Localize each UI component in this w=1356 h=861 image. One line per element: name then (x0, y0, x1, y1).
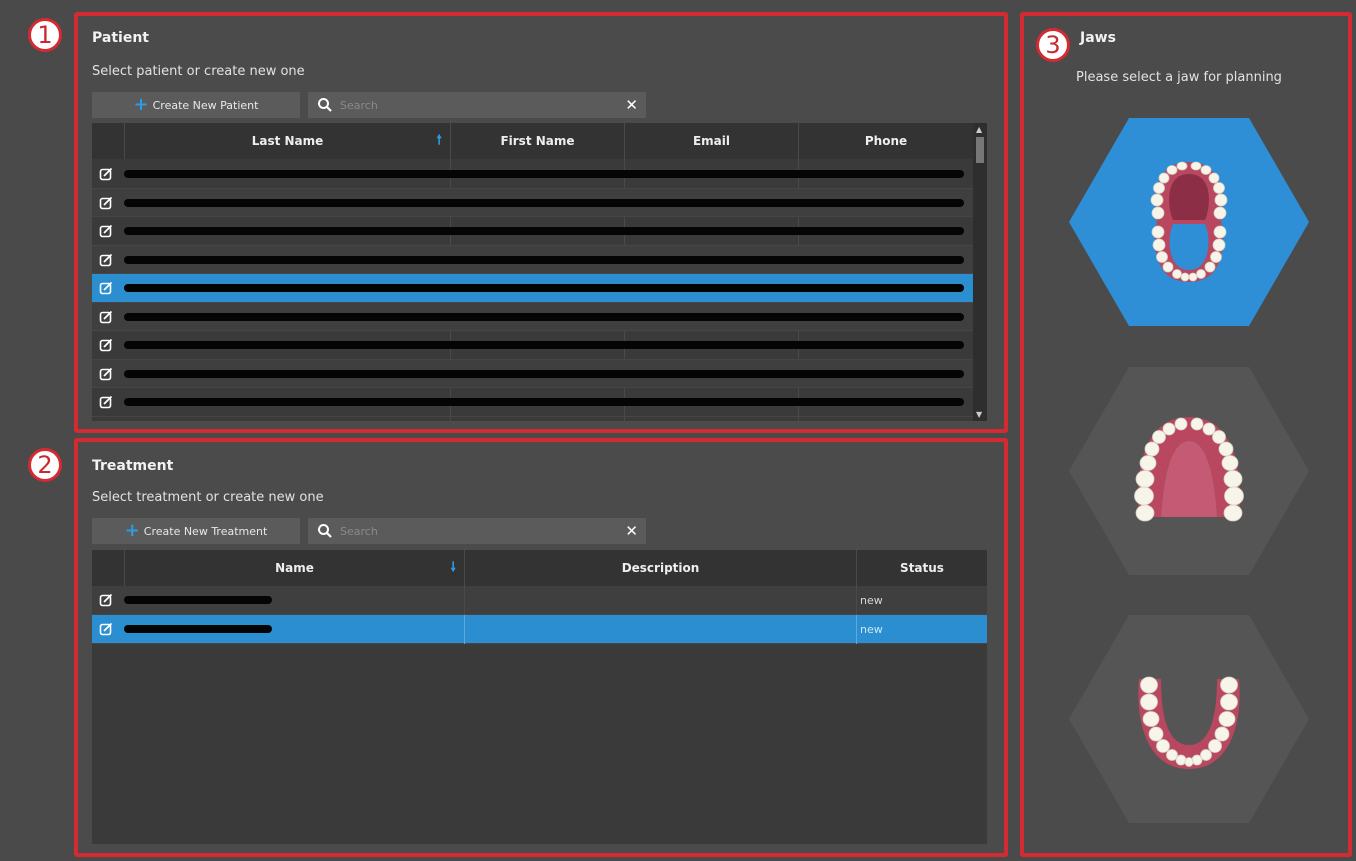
patient-search-box: ✕ (308, 92, 646, 118)
search-icon (318, 524, 332, 538)
patient-subtitle: Select patient or create new one (92, 64, 305, 79)
redacted-patient-data (124, 341, 964, 349)
edit-icon[interactable] (99, 224, 113, 238)
treatment-table-header: Name 🠗 Description Status (92, 550, 987, 586)
column-header-name[interactable]: Name 🠗 (124, 550, 464, 586)
edit-column-header (92, 123, 124, 159)
edit-icon[interactable] (99, 622, 113, 636)
create-new-patient-button[interactable]: + Create New Patient (92, 92, 300, 118)
column-header-first-name[interactable]: First Name (450, 123, 624, 159)
edit-icon[interactable] (99, 253, 113, 267)
table-row[interactable] (92, 359, 973, 388)
patient-title: Patient (92, 30, 149, 46)
redacted-treatment-name (124, 596, 272, 604)
plus-icon: + (124, 520, 140, 541)
table-row[interactable] (92, 245, 973, 274)
both-jaws-icon (1150, 161, 1228, 282)
redacted-patient-data (124, 227, 964, 235)
column-header-status[interactable]: Status (856, 550, 987, 586)
treatment-panel: Treatment Select treatment or create new… (74, 438, 1008, 857)
edit-icon[interactable] (99, 167, 113, 181)
edit-icon[interactable] (99, 395, 113, 409)
section-badge-1: 1 (28, 18, 62, 52)
sort-ascending-icon: 🠕 (436, 133, 442, 148)
edit-icon[interactable] (99, 281, 113, 295)
table-row[interactable] (92, 331, 973, 360)
table-row[interactable] (92, 217, 973, 246)
table-row-selected[interactable] (92, 274, 973, 303)
status-cell: new (860, 623, 883, 636)
redacted-treatment-name (124, 625, 272, 633)
table-row[interactable] (92, 302, 973, 331)
column-header-phone[interactable]: Phone (798, 123, 973, 159)
create-new-patient-label: Create New Patient (152, 98, 259, 112)
redacted-patient-data (124, 398, 964, 406)
patient-table-header: Last Name 🠕 First Name Email Phone (92, 123, 987, 159)
scroll-thumb[interactable] (976, 137, 984, 163)
sort-descending-icon: 🠗 (450, 560, 456, 575)
redacted-patient-data (124, 284, 964, 292)
clear-search-icon[interactable]: ✕ (625, 522, 638, 540)
edit-icon[interactable] (99, 310, 113, 324)
edit-column-header (92, 550, 124, 586)
column-header-last-name[interactable]: Last Name 🠕 (124, 123, 450, 159)
edit-icon[interactable] (99, 338, 113, 352)
treatment-search-input[interactable] (334, 523, 626, 539)
treatment-search-box: ✕ (308, 518, 646, 544)
patient-table: Last Name 🠕 First Name Email Phone ▲ ▼ (92, 123, 987, 421)
table-row[interactable]: new (92, 586, 987, 615)
status-cell: new (860, 594, 883, 607)
redacted-patient-data (124, 198, 964, 207)
redacted-patient-data (124, 369, 964, 378)
patient-panel: Patient Select patient or create new one… (74, 12, 1008, 433)
column-header-description[interactable]: Description (464, 550, 856, 586)
section-badge-2: 2 (28, 448, 62, 482)
jaw-option-both[interactable] (1069, 118, 1309, 326)
search-icon (318, 98, 332, 112)
redacted-patient-data (124, 170, 964, 178)
patient-search-input[interactable] (334, 97, 626, 113)
table-row[interactable] (92, 388, 973, 417)
redacted-patient-data (124, 312, 964, 321)
jaws-panel: Jaws Please select a jaw for planning (1020, 12, 1352, 857)
plus-icon: + (133, 94, 149, 115)
clear-search-icon[interactable]: ✕ (625, 96, 638, 114)
table-row-selected[interactable]: new (92, 615, 987, 644)
lower-jaw-icon (1138, 676, 1240, 769)
treatment-subtitle: Select treatment or create new one (92, 490, 324, 505)
edit-icon[interactable] (99, 367, 113, 381)
treatment-title: Treatment (92, 458, 174, 474)
section-badge-3: 3 (1036, 28, 1070, 62)
treatment-table: Name 🠗 Description Status new new (92, 550, 987, 844)
column-header-email[interactable]: Email (624, 123, 798, 159)
create-new-treatment-button[interactable]: + Create New Treatment (92, 518, 300, 544)
table-row[interactable] (92, 188, 973, 217)
jaws-title: Jaws (1080, 30, 1116, 46)
table-row[interactable] (92, 160, 973, 189)
create-new-treatment-label: Create New Treatment (143, 524, 268, 538)
jaw-option-upper[interactable] (1069, 367, 1309, 575)
jaws-subtitle: Please select a jaw for planning (1076, 70, 1282, 85)
scroll-up-icon[interactable]: ▲ (976, 125, 982, 134)
jaw-option-lower[interactable] (1069, 615, 1309, 823)
edit-icon[interactable] (99, 196, 113, 210)
scroll-down-icon[interactable]: ▼ (976, 410, 982, 419)
redacted-patient-data (124, 255, 964, 264)
patient-table-scrollbar[interactable]: ▲ ▼ (973, 123, 987, 421)
upper-jaw-icon (1134, 417, 1244, 522)
edit-icon[interactable] (99, 593, 113, 607)
